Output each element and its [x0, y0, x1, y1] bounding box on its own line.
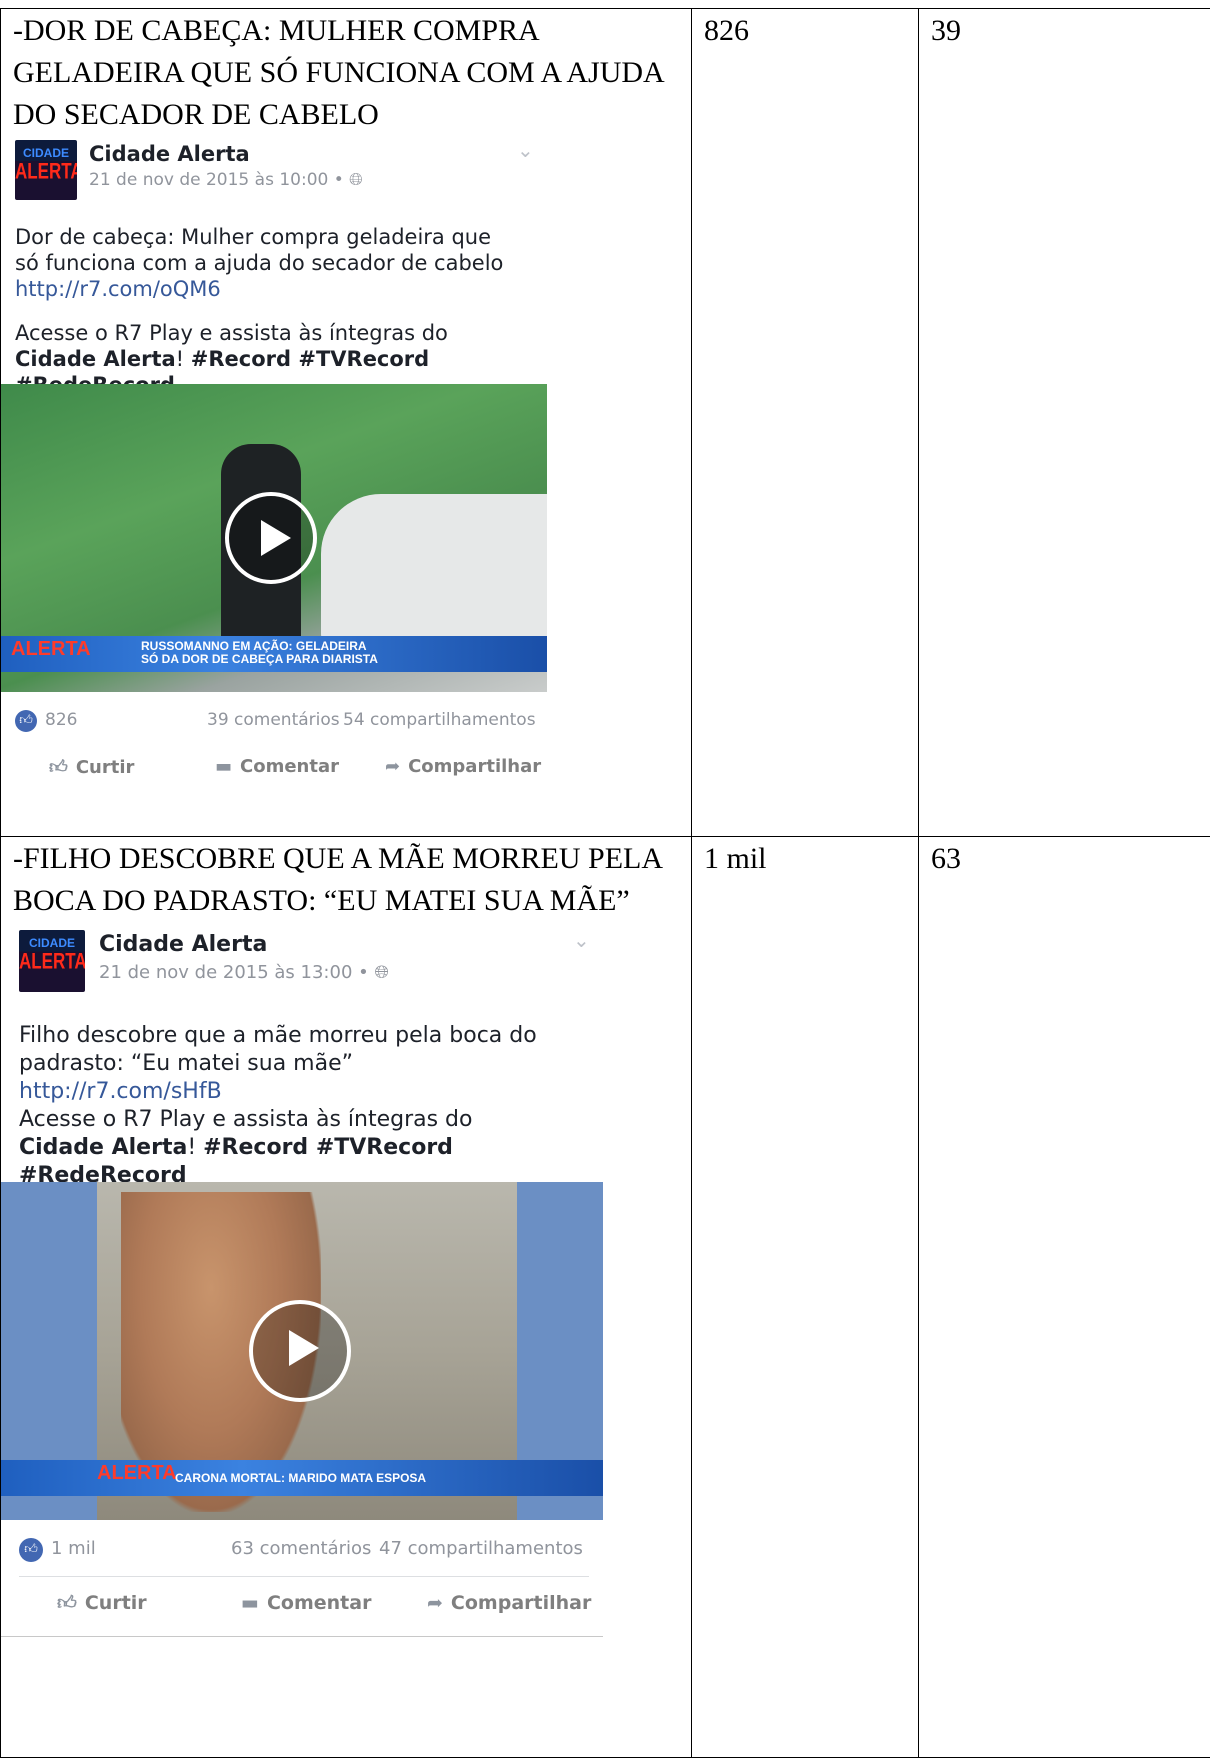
table-row: -FILHO DESCOBRE QUE A MÃE MORREU PELA BO…	[1, 837, 1210, 1758]
post-text-promo: Acesse o R7 Play e assista às íntegras d…	[19, 1106, 559, 1190]
divider	[19, 1576, 589, 1577]
post-text: Filho descobre que a mãe morreu pela boc…	[19, 1022, 559, 1106]
globe-icon: 🌐︎	[374, 962, 388, 983]
video-thumbnail[interactable]: ALERTA CARONA MORTAL: MARIDO MATA ESPOSA	[1, 1182, 603, 1520]
like-count[interactable]: 826	[45, 710, 77, 730]
video-banner: ALERTA RUSSOMANNO EM AÇÃO: GELADEIRA SÓ …	[1, 636, 547, 672]
page-name[interactable]: Cidade Alerta	[89, 142, 250, 166]
play-icon[interactable]	[249, 1300, 351, 1402]
like-button[interactable]: 👍︎Curtir	[49, 756, 134, 778]
play-icon[interactable]	[225, 492, 317, 584]
page-logo: CIDADE ALERTA	[19, 930, 85, 992]
facebook-post: CIDADE ALERTA Cidade Alerta 21 de nov de…	[1, 136, 691, 836]
post-meta: 21 de nov de 2015 às 10:00 • 🌐︎	[89, 170, 363, 190]
comments-value: 63	[919, 837, 1210, 881]
video-banner: ALERTA CARONA MORTAL: MARIDO MATA ESPOSA	[1, 1460, 603, 1496]
news-cell: -DOR DE CABEÇA: MULHER COMPRA GELADEIRA …	[1, 9, 692, 837]
likes-cell: 1 mil	[692, 837, 919, 1758]
share-icon: ➦	[427, 1592, 443, 1614]
like-count[interactable]: 1 mil	[51, 1538, 96, 1559]
share-button[interactable]: ➦Compartilhar	[427, 1592, 591, 1614]
likes-cell: 826	[692, 9, 919, 837]
news-title: -DOR DE CABEÇA: MULHER COMPRA GELADEIRA …	[1, 9, 691, 136]
news-title: -FILHO DESCOBRE QUE A MÃE MORREU PELA BO…	[1, 837, 691, 922]
share-button[interactable]: ➦Compartilhar	[385, 756, 541, 777]
like-button[interactable]: 👍︎Curtir	[57, 1592, 147, 1615]
comment-icon: ▬	[241, 1592, 259, 1614]
chevron-down-icon[interactable]: ⌄	[517, 138, 534, 162]
thumbs-up-icon: 👍︎	[19, 1538, 43, 1562]
share-icon: ➦	[385, 756, 400, 777]
likes-value: 826	[692, 9, 918, 53]
likes-value: 1 mil	[692, 837, 918, 881]
comments-value: 39	[919, 9, 1210, 53]
page-name[interactable]: Cidade Alerta	[99, 932, 267, 957]
comment-button[interactable]: ▬Comentar	[241, 1592, 371, 1614]
news-cell: -FILHO DESCOBRE QUE A MÃE MORREU PELA BO…	[1, 837, 692, 1758]
document-table: -DOR DE CABEÇA: MULHER COMPRA GELADEIRA …	[0, 8, 1210, 1758]
share-count[interactable]: 47 compartilhamentos	[379, 1538, 583, 1559]
table-row: -DOR DE CABEÇA: MULHER COMPRA GELADEIRA …	[1, 9, 1210, 837]
comment-button[interactable]: ▬Comentar	[215, 756, 339, 777]
comment-count[interactable]: 39 comentários	[207, 710, 340, 730]
comment-count[interactable]: 63 comentários	[231, 1538, 371, 1559]
globe-icon: 🌐︎	[349, 170, 363, 190]
post-text: Dor de cabeça: Mulher compra geladeira q…	[15, 224, 515, 302]
page-logo: CIDADE ALERTA	[15, 140, 77, 200]
post-meta: 21 de nov de 2015 às 13:00 • 🌐︎	[99, 962, 389, 983]
post-link[interactable]: http://r7.com/sHfB	[19, 1079, 222, 1104]
share-count[interactable]: 54 compartilhamentos	[343, 710, 536, 730]
chevron-down-icon[interactable]: ⌄	[573, 928, 590, 952]
comments-cell: 39	[919, 9, 1210, 837]
facebook-post: CIDADE ALERTA Cidade Alerta 21 de nov de…	[1, 922, 691, 1682]
comment-icon: ▬	[215, 756, 232, 777]
like-icon: 👍︎	[57, 1592, 77, 1614]
post-link[interactable]: http://r7.com/oQM6	[15, 277, 221, 301]
comments-cell: 63	[919, 837, 1210, 1758]
thumbs-up-icon: 👍︎	[15, 710, 37, 732]
car-shape	[321, 494, 547, 644]
video-thumbnail[interactable]: ALERTA RUSSOMANNO EM AÇÃO: GELADEIRA SÓ …	[1, 384, 547, 692]
divider	[1, 1636, 603, 1637]
like-icon: 👍︎	[49, 757, 68, 778]
